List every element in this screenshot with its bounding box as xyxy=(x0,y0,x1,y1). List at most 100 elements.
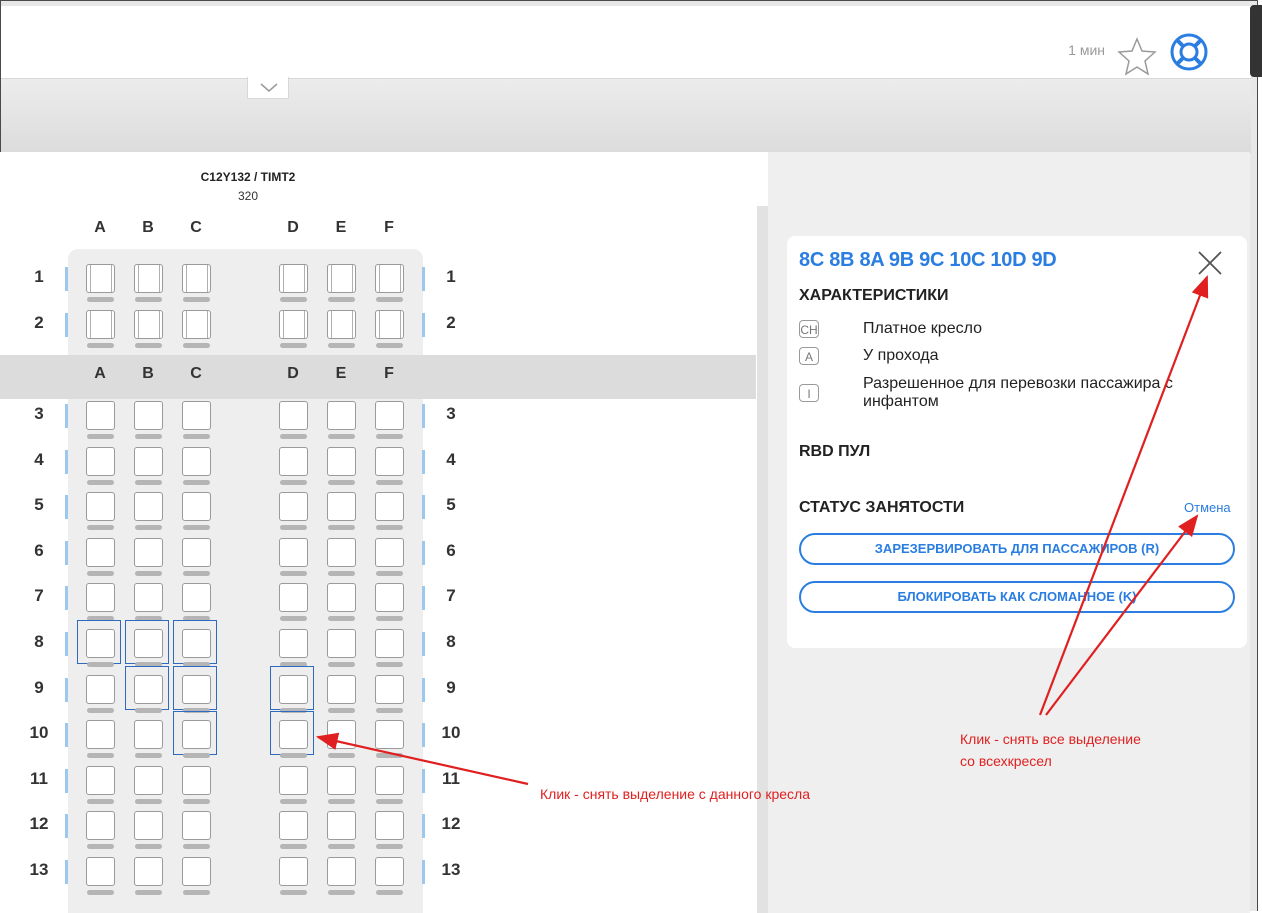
seat-9B[interactable] xyxy=(134,674,163,704)
seat-7F[interactable] xyxy=(375,583,404,613)
seat-10B[interactable] xyxy=(134,720,163,750)
reserve-button[interactable]: ЗАРЕЗЕРВИРОВАТЬ ДЛЯ ПАССАЖИРОВ (R) xyxy=(799,533,1235,565)
seat-13A[interactable] xyxy=(86,857,115,886)
seat-13D[interactable] xyxy=(279,857,308,886)
seat-9F[interactable] xyxy=(375,674,404,704)
seat-2B[interactable] xyxy=(134,310,163,339)
feature-code-ch: CH xyxy=(799,320,819,338)
seat-6E[interactable] xyxy=(327,537,356,567)
seat-5C[interactable] xyxy=(182,492,211,522)
seat-1F[interactable] xyxy=(375,264,404,293)
seat-armrest xyxy=(328,434,355,439)
lifebuoy-icon[interactable] xyxy=(1169,31,1209,73)
seat-2A[interactable] xyxy=(86,310,115,339)
seat-3F[interactable] xyxy=(375,401,404,430)
seat-12A[interactable] xyxy=(86,811,115,841)
seat-12E[interactable] xyxy=(327,811,356,841)
seat-8C[interactable] xyxy=(182,629,211,658)
seat-6C[interactable] xyxy=(182,537,211,567)
cancel-link[interactable]: Отмена xyxy=(1184,500,1231,515)
seat-9E[interactable] xyxy=(327,674,356,704)
collapse-toggle[interactable] xyxy=(247,77,289,99)
seat-10D[interactable] xyxy=(279,720,308,750)
seat-11F[interactable] xyxy=(375,765,404,795)
seat-11D[interactable] xyxy=(279,765,308,795)
seat-armrest xyxy=(87,343,114,348)
seat-12B[interactable] xyxy=(134,811,163,841)
seat-armrest xyxy=(280,525,307,531)
seat-2F[interactable] xyxy=(375,310,404,339)
seat-10C[interactable] xyxy=(182,720,211,750)
seat-2E[interactable] xyxy=(327,310,356,339)
seat-4D[interactable] xyxy=(279,446,308,476)
seat-7C[interactable] xyxy=(182,583,211,613)
star-icon[interactable] xyxy=(1117,36,1157,76)
seat-11E[interactable] xyxy=(327,765,356,795)
seat-4A[interactable] xyxy=(86,446,115,476)
row-number: 10 xyxy=(29,723,49,743)
row-number: 1 xyxy=(34,267,44,286)
seat-13C[interactable] xyxy=(182,857,211,886)
seat-2C[interactable] xyxy=(182,310,211,339)
column-letter: D xyxy=(287,365,299,382)
pane-divider[interactable] xyxy=(757,206,768,913)
seat-8E[interactable] xyxy=(327,629,356,658)
seat-1B[interactable] xyxy=(134,264,163,293)
seat-armrest xyxy=(376,616,403,622)
seat-10A[interactable] xyxy=(86,720,115,750)
seat-7D[interactable] xyxy=(279,583,308,613)
seat-6B[interactable] xyxy=(134,537,163,567)
seat-1E[interactable] xyxy=(327,264,356,293)
seat-9D[interactable] xyxy=(279,674,308,704)
seat-11A[interactable] xyxy=(86,765,115,795)
seat-13B[interactable] xyxy=(134,857,163,886)
seat-4B[interactable] xyxy=(134,446,163,476)
seat-8F[interactable] xyxy=(375,629,404,658)
seat-12D[interactable] xyxy=(279,811,308,841)
seat-3C[interactable] xyxy=(182,401,211,430)
seat-6A[interactable] xyxy=(86,537,115,567)
seat-13E[interactable] xyxy=(327,857,356,886)
seat-8A[interactable] xyxy=(86,629,115,658)
window-marker xyxy=(65,267,68,291)
seat-3B[interactable] xyxy=(134,401,163,430)
seat-5B[interactable] xyxy=(134,492,163,522)
seat-8D[interactable] xyxy=(279,629,308,658)
seat-3D[interactable] xyxy=(279,401,308,430)
seat-8B[interactable] xyxy=(134,629,163,658)
seat-1A[interactable] xyxy=(86,264,115,293)
seat-10E[interactable] xyxy=(327,720,356,750)
seat-1C[interactable] xyxy=(182,264,211,293)
seat-7E[interactable] xyxy=(327,583,356,613)
seat-13F[interactable] xyxy=(375,857,404,886)
window-marker xyxy=(65,860,68,884)
row-number: 9 xyxy=(34,677,44,697)
seat-3E[interactable] xyxy=(327,401,356,430)
seat-armrest xyxy=(376,707,403,713)
seat-5A[interactable] xyxy=(86,492,115,522)
block-button[interactable]: БЛОКИРОВАТЬ КАК СЛОМАННОЕ (K) xyxy=(799,581,1235,613)
seat-11C[interactable] xyxy=(182,765,211,795)
seat-11B[interactable] xyxy=(134,765,163,795)
close-icon[interactable] xyxy=(1197,250,1223,276)
seat-9C[interactable] xyxy=(182,674,211,704)
seat-6D[interactable] xyxy=(279,537,308,567)
seat-armrest xyxy=(183,753,210,759)
seat-4F[interactable] xyxy=(375,446,404,476)
seat-9A[interactable] xyxy=(86,674,115,704)
seat-7B[interactable] xyxy=(134,583,163,613)
seat-1D[interactable] xyxy=(279,264,308,293)
seat-2D[interactable] xyxy=(279,310,308,339)
seat-5D[interactable] xyxy=(279,492,308,522)
seat-12C[interactable] xyxy=(182,811,211,841)
seat-12F[interactable] xyxy=(375,811,404,841)
seat-5E[interactable] xyxy=(327,492,356,522)
seat-3A[interactable] xyxy=(86,401,115,430)
seat-7A[interactable] xyxy=(86,583,115,613)
seat-5F[interactable] xyxy=(375,492,404,522)
seat-4C[interactable] xyxy=(182,446,211,476)
seat-armrest xyxy=(280,343,307,348)
seat-6F[interactable] xyxy=(375,537,404,567)
seat-4E[interactable] xyxy=(327,446,356,476)
seat-10F[interactable] xyxy=(375,720,404,750)
